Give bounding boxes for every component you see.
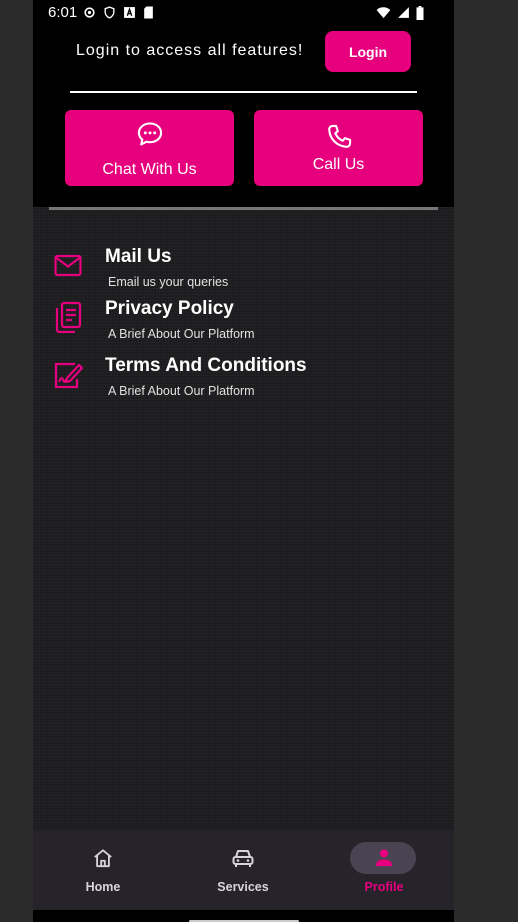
header-area: 6:01 Login to access all features! Login… bbox=[33, 0, 454, 207]
nav-item-services[interactable]: Services bbox=[173, 830, 313, 910]
status-bar: 6:01 bbox=[33, 0, 454, 26]
chat-with-us-label: Chat With Us bbox=[102, 161, 197, 178]
menu-item-terms-and-conditions[interactable]: Terms And Conditions A Brief About Our P… bbox=[53, 355, 433, 401]
gesture-navigation-area bbox=[33, 910, 454, 922]
header-divider bbox=[70, 91, 417, 93]
chat-with-us-button[interactable]: Chat With Us bbox=[65, 110, 234, 186]
shield-icon bbox=[104, 6, 115, 19]
signature-icon bbox=[54, 362, 84, 389]
menu-item-title: Privacy Policy bbox=[105, 298, 234, 319]
status-icons-right bbox=[376, 6, 424, 20]
menu-item-privacy-policy[interactable]: Privacy Policy A Brief About Our Platfor… bbox=[53, 298, 433, 344]
call-us-button[interactable]: Call Us bbox=[254, 110, 423, 186]
settings-icon bbox=[84, 7, 95, 18]
sd-card-icon bbox=[144, 6, 153, 19]
phone-icon bbox=[327, 124, 351, 148]
menu-item-title: Terms And Conditions bbox=[105, 355, 307, 376]
person-icon bbox=[375, 849, 393, 867]
signal-icon bbox=[398, 7, 409, 18]
chat-bubble-icon bbox=[137, 122, 162, 146]
car-icon bbox=[232, 850, 254, 867]
login-prompt: Login to access all features! bbox=[76, 42, 304, 59]
nav-item-home[interactable]: Home bbox=[33, 830, 173, 910]
document-icon bbox=[55, 301, 82, 333]
nav-label-services: Services bbox=[217, 880, 269, 894]
app-screen: 6:01 Login to access all features! Login… bbox=[33, 0, 454, 922]
wifi-icon bbox=[376, 7, 391, 19]
call-us-label: Call Us bbox=[312, 156, 365, 173]
login-button[interactable]: Login bbox=[325, 31, 411, 72]
status-time: 6:01 bbox=[48, 4, 78, 21]
nav-item-profile[interactable]: Profile bbox=[314, 830, 454, 910]
mail-icon bbox=[54, 254, 82, 277]
home-icon bbox=[94, 849, 112, 868]
menu-item-subtitle: A Brief About Our Platform bbox=[108, 384, 255, 398]
font-icon bbox=[124, 7, 135, 18]
battery-icon bbox=[416, 6, 424, 20]
bottom-navigation-bar: Home Services Profile bbox=[33, 830, 454, 910]
menu-item-subtitle: A Brief About Our Platform bbox=[108, 327, 255, 341]
status-icons-left bbox=[83, 6, 154, 19]
nav-label-home: Home bbox=[85, 880, 121, 894]
menu-item-subtitle: Email us your queries bbox=[108, 275, 229, 289]
menu-item-mail-us[interactable]: Mail Us Email us your queries bbox=[53, 246, 433, 292]
nav-label-profile: Profile bbox=[364, 880, 404, 894]
menu-item-title: Mail Us bbox=[105, 246, 172, 267]
section-separator bbox=[49, 207, 438, 210]
